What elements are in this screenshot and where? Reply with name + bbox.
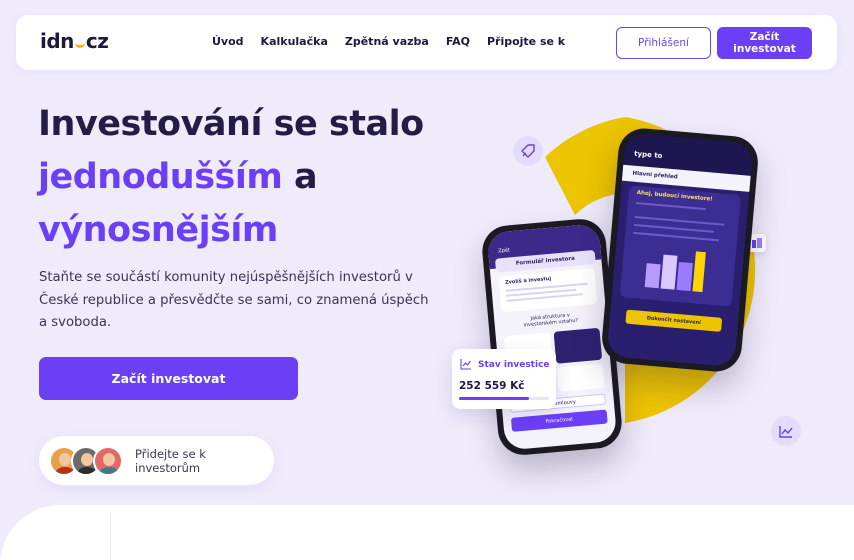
investment-status-title: Stav investice bbox=[478, 360, 550, 370]
next-section-top bbox=[0, 505, 854, 560]
avatar bbox=[93, 445, 123, 476]
phone-back-continue: Pokračovat bbox=[510, 409, 608, 432]
investment-progress-fill bbox=[459, 397, 530, 400]
start-investing-button[interactable]: Začít investovat bbox=[39, 357, 298, 400]
chart-icon bbox=[460, 359, 471, 370]
hero-title-accent1: jednodušším bbox=[38, 157, 283, 197]
phone-back-label: Zpět bbox=[498, 247, 511, 255]
phone-back-card-title: Zvolíš a investuj bbox=[504, 275, 552, 286]
logo-text-right: cz bbox=[85, 29, 109, 53]
divider bbox=[110, 512, 111, 560]
nav-uvod[interactable]: Úvod bbox=[212, 35, 244, 48]
phone-back-question: Jaká struktura v investorském vztahu? bbox=[523, 312, 579, 329]
investment-status-value: 252 559 Kč bbox=[459, 380, 525, 392]
investor-avatars bbox=[49, 445, 123, 476]
start-investing-header-button[interactable]: Začít investovat bbox=[717, 27, 812, 59]
logo-smile-mark bbox=[74, 42, 85, 48]
phone-front-mockup: type to Hlavní přehled Ahoj, budoucí inv… bbox=[599, 126, 761, 374]
hero-title-line1: Investování se stalo bbox=[38, 104, 424, 144]
hero-lead: Staňte se součástí komunity nejúspěšnějš… bbox=[39, 270, 429, 330]
nav-kalkulacka[interactable]: Kalkulačka bbox=[261, 35, 328, 48]
top-navbar: idn cz Úvod Kalkulačka Zpětná vazba FAQ P… bbox=[16, 15, 837, 70]
login-button[interactable]: Přihlášení bbox=[616, 27, 711, 59]
hero-title: Investování se stalo jednodušším a výnos… bbox=[38, 98, 424, 257]
investment-status-card: Stav investice 252 559 Kč bbox=[452, 349, 556, 409]
rocket-icon bbox=[513, 136, 543, 166]
logo-text-left: idn bbox=[40, 29, 74, 53]
join-investors-label: Přidejte se k investorům bbox=[135, 446, 206, 475]
trend-chart-icon bbox=[771, 416, 801, 446]
phone-front-greeting: Ahoj, budoucí investore! bbox=[636, 190, 713, 203]
main-nav: Úvod Kalkulačka Zpětná vazba FAQ Připojt… bbox=[212, 35, 565, 48]
hero-title-and: a bbox=[282, 157, 318, 197]
nav-zpetna-vazba[interactable]: Zpětná vazba bbox=[345, 35, 429, 48]
nav-faq[interactable]: FAQ bbox=[446, 35, 470, 48]
investment-progress-bar bbox=[459, 397, 549, 400]
join-investors-pill[interactable]: Přidejte se k investorům bbox=[39, 436, 274, 485]
logo[interactable]: idn cz bbox=[40, 29, 109, 53]
nav-pripojte-se[interactable]: Připojte se k bbox=[487, 35, 565, 48]
phone-front-cta: Dokončit nastavení bbox=[625, 309, 723, 332]
hero-title-accent2: výnosnějším bbox=[38, 210, 278, 250]
